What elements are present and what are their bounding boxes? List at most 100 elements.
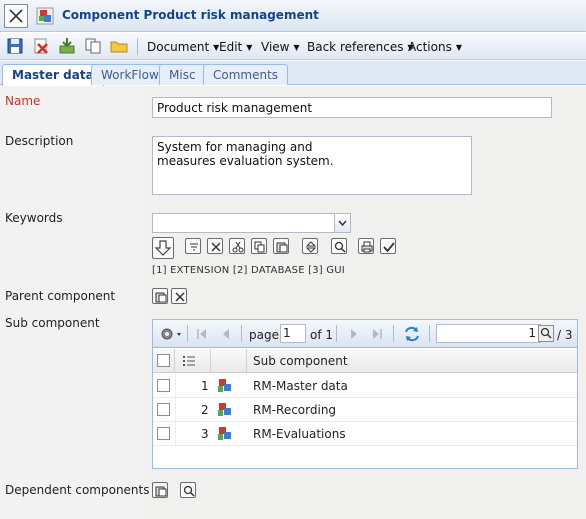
grid-search-input[interactable]: 1 — [436, 324, 541, 343]
row-sub-component-name[interactable]: RM-Master data — [253, 379, 348, 393]
parent-component-label: Parent component — [5, 289, 116, 303]
row-sub-component-name[interactable]: RM-Evaluations — [253, 427, 346, 441]
parent-select-button[interactable] — [152, 288, 168, 304]
name-label: Name — [5, 94, 41, 108]
keywords-input[interactable] — [152, 213, 335, 233]
pager-separator — [336, 325, 337, 342]
component-icon — [218, 427, 231, 440]
row-number: 3 — [201, 427, 209, 441]
tab-master-data[interactable]: Master data — [2, 64, 104, 86]
keyword-print-button[interactable] — [358, 238, 374, 254]
keyword-cut-button[interactable] — [229, 238, 245, 254]
paste-icon — [276, 242, 288, 253]
sort-icon — [305, 241, 317, 253]
column-divider — [175, 374, 176, 446]
window-title: Component Product risk management — [62, 8, 319, 22]
grid-pager: page 1 of 1 1 / 3 — [153, 320, 577, 348]
previous-page-icon[interactable] — [219, 327, 233, 341]
component-icon — [218, 379, 231, 392]
tab-workflow[interactable]: WorkFlow — [91, 64, 169, 85]
keywords-dropdown-button[interactable] — [334, 213, 351, 233]
pager-separator — [393, 325, 394, 342]
copy-icon[interactable] — [84, 37, 102, 55]
menu-edit[interactable]: Edit ▼ — [219, 40, 252, 54]
import-icon[interactable] — [58, 37, 76, 55]
menu-back-references[interactable]: Back references ▼ — [307, 40, 414, 54]
paste-icon — [155, 486, 167, 497]
keyword-copy-button[interactable] — [251, 238, 267, 254]
grid-total-count: / 3 — [557, 328, 573, 342]
keywords-label: Keywords — [5, 211, 63, 225]
save-icon[interactable] — [6, 37, 24, 55]
row-checkbox[interactable] — [157, 427, 170, 440]
select-all-checkbox[interactable] — [157, 354, 170, 367]
description-label: Description — [5, 134, 74, 148]
grid-search-button[interactable] — [538, 325, 554, 342]
page-count-label: of 1 — [310, 328, 334, 342]
keyword-search-button[interactable] — [331, 238, 347, 254]
menu-view[interactable]: View ▼ — [261, 40, 300, 54]
column-header-label: Sub component — [253, 354, 348, 368]
add-keyword-button[interactable] — [152, 237, 174, 259]
table-row[interactable]: 1 RM-Master data — [153, 374, 577, 398]
search-icon — [183, 485, 195, 497]
header-sub-component[interactable]: Sub component — [247, 349, 577, 373]
close-button[interactable] — [4, 4, 28, 28]
dependent-search-button[interactable] — [180, 482, 196, 498]
toolbar: Document ▼ Edit ▼ View ▼ Back references ▼ A… — [0, 33, 586, 60]
settings-gear-icon[interactable] — [159, 326, 185, 342]
row-sub-component-name[interactable]: RM-Recording — [253, 403, 336, 417]
component-icon — [218, 403, 231, 416]
tab-misc[interactable]: Misc — [159, 64, 206, 85]
tab-strip: Master data WorkFlow Misc Comments — [0, 61, 586, 86]
keyword-clear-button[interactable] — [207, 238, 223, 254]
close-icon — [211, 242, 221, 252]
delete-icon[interactable] — [32, 37, 50, 55]
grid-header: Sub component — [153, 349, 577, 373]
row-checkbox[interactable] — [157, 403, 170, 416]
table-row[interactable]: 3 RM-Evaluations — [153, 422, 577, 446]
close-icon — [9, 9, 23, 23]
dependent-select-button[interactable] — [152, 482, 168, 498]
description-field[interactable]: System for managing and measures evaluat… — [152, 136, 472, 195]
scissors-icon — [232, 241, 244, 253]
dependent-components-label: Dependent components — [5, 483, 150, 497]
header-select-column — [153, 349, 175, 373]
parent-clear-button[interactable] — [171, 288, 187, 304]
page-number-input[interactable]: 1 — [280, 324, 306, 343]
keyword-list-button[interactable] — [185, 238, 201, 254]
folder-icon[interactable] — [110, 37, 128, 55]
checkmark-icon — [383, 242, 395, 253]
refresh-icon[interactable] — [403, 325, 421, 343]
menu-document[interactable]: Document ▼ — [147, 40, 219, 54]
name-field[interactable]: Product risk management — [152, 97, 552, 118]
arrow-down-icon — [154, 240, 172, 256]
first-page-icon[interactable] — [195, 327, 209, 341]
pager-separator — [187, 325, 188, 342]
chevron-down-icon — [338, 220, 347, 227]
component-icon — [36, 7, 54, 25]
row-number: 2 — [201, 403, 209, 417]
sub-component-grid: page 1 of 1 1 / 3 Sub component 1 RM-Mas… — [152, 319, 578, 469]
keyword-confirm-button[interactable] — [380, 238, 396, 254]
table-row[interactable]: 2 RM-Recording — [153, 398, 577, 422]
row-checkbox[interactable] — [157, 379, 170, 392]
last-page-icon[interactable] — [370, 327, 384, 341]
numbered-list-icon — [183, 356, 195, 366]
print-icon — [361, 241, 373, 253]
keywords-list: [1] EXTENSION [2] DATABASE [3] GUI — [152, 265, 345, 276]
master-data-form: Name Product risk management Description… — [0, 86, 586, 519]
toolbar-separator — [137, 38, 138, 55]
menu-actions[interactable]: Actions ▼ — [408, 40, 462, 54]
keyword-paste-button[interactable] — [273, 238, 289, 254]
page-label: page — [249, 328, 279, 342]
search-icon — [540, 327, 552, 339]
row-number: 1 — [201, 379, 209, 393]
keyword-sort-button[interactable] — [302, 238, 318, 254]
pager-separator — [429, 325, 430, 342]
search-icon — [334, 241, 346, 253]
close-icon — [175, 292, 185, 302]
tab-comments[interactable]: Comments — [203, 64, 289, 85]
title-bar: Component Product risk management — [0, 0, 586, 32]
next-page-icon[interactable] — [347, 327, 361, 341]
